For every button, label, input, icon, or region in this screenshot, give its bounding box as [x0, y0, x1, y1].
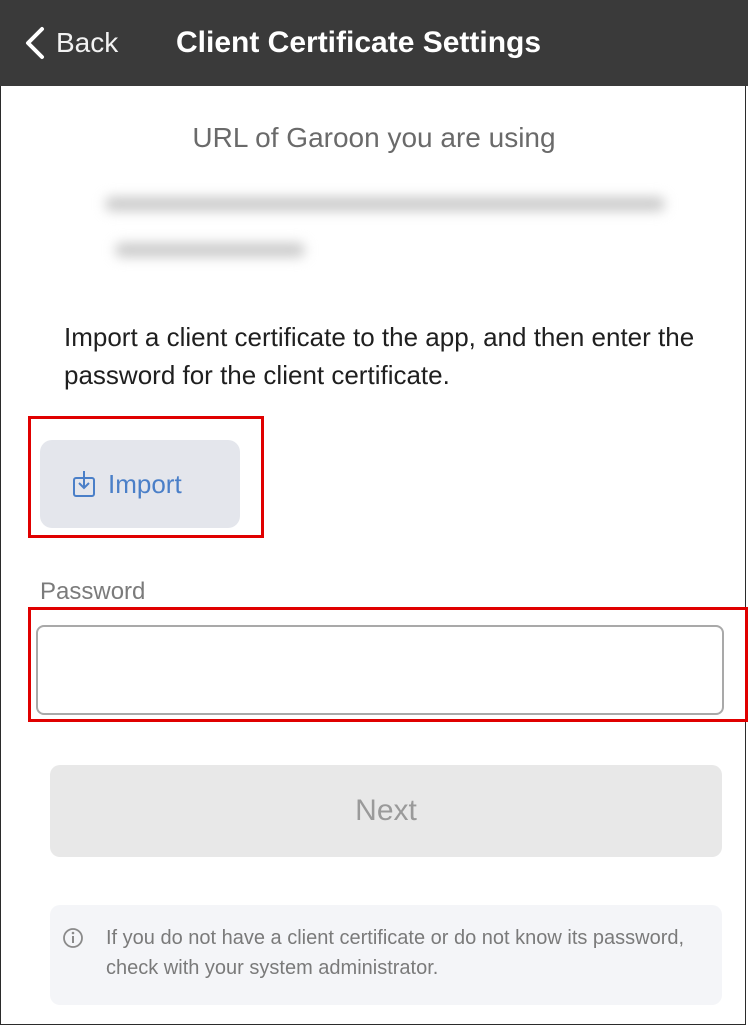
- back-label: Back: [56, 27, 119, 58]
- password-input[interactable]: [36, 625, 724, 715]
- password-label: Password: [40, 578, 146, 605]
- info-box: If you do not have a client certificate …: [50, 905, 722, 1005]
- back-button[interactable]: Back: [24, 18, 118, 68]
- import-button[interactable]: Import: [40, 440, 240, 528]
- import-icon: [73, 471, 95, 497]
- blurred-url: [95, 185, 675, 275]
- page-title: Client Certificate Settings: [176, 26, 542, 59]
- info-icon: [63, 928, 83, 948]
- url-section-title: URL of Garoon you are using: [192, 122, 556, 153]
- import-label: Import: [108, 468, 182, 499]
- navigation-bar: Back Client Certificate Settings: [0, 0, 748, 86]
- instructions-text: Import a client certificate to the app, …: [64, 322, 695, 390]
- next-button[interactable]: Next: [50, 765, 722, 857]
- chevron-left-icon: [26, 27, 44, 59]
- info-text: If you do not have a client certificate …: [106, 927, 685, 979]
